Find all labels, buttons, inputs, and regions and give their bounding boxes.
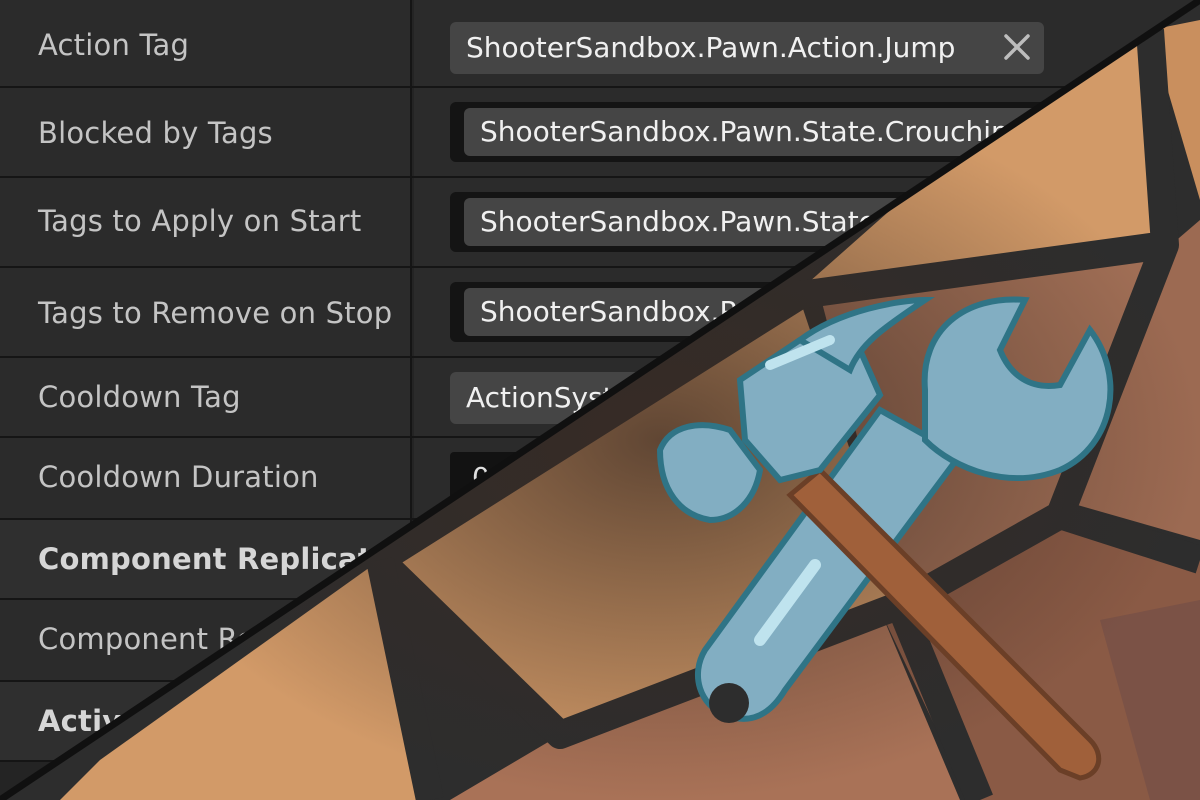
name-cell: Tags to Remove on Stop bbox=[0, 268, 412, 356]
name-cell: Cooldown Tag bbox=[0, 358, 412, 436]
apply-tag-chip[interactable]: ShooterSandbox.Pawn.State bbox=[464, 198, 1200, 246]
name-cell: Cooldown Duration bbox=[0, 438, 412, 518]
input-value: 0 bbox=[472, 461, 490, 494]
property-row-cooldown-tag: Cooldown Tag ActionSystem bbox=[0, 358, 1200, 438]
blocked-tag-chip[interactable]: ShooterSandbox.Pawn.State.Crouching bbox=[464, 108, 1200, 156]
property-label: Action Tag bbox=[38, 28, 190, 62]
name-cell: Blocked by Tags bbox=[0, 88, 412, 176]
property-label: Component Replicates bbox=[38, 622, 369, 656]
category-component-replication[interactable]: Component Replication bbox=[0, 520, 1200, 600]
close-icon[interactable] bbox=[1002, 32, 1032, 62]
property-row-cooldown-duration: Cooldown Duration 0 bbox=[0, 438, 1200, 520]
tag-container: ShooterSandbox.Pawn bbox=[450, 282, 1200, 342]
tag-text: ShooterSandbox.Pawn.State.Crouching bbox=[480, 115, 1027, 148]
name-cell: Action Tag bbox=[0, 0, 412, 86]
cooldown-duration-input[interactable]: 0 bbox=[450, 452, 1200, 504]
tag-container: ShooterSandbox.Pawn.State.Crouching bbox=[450, 102, 1200, 162]
tag-text: ShooterSandbox.Pawn bbox=[480, 295, 793, 328]
value-cell bbox=[414, 520, 1200, 598]
property-label: Tags to Apply on Start bbox=[38, 204, 362, 238]
category-activation[interactable]: Activation bbox=[0, 682, 1200, 762]
remove-tag-chip[interactable]: ShooterSandbox.Pawn bbox=[464, 288, 1200, 336]
property-label: Tags to Remove on Stop bbox=[38, 296, 393, 330]
name-cell: Component Replicates bbox=[0, 600, 412, 680]
property-label: Cooldown Tag bbox=[38, 380, 241, 414]
property-label: Cooldown Duration bbox=[38, 460, 319, 494]
category-label: Activation bbox=[38, 704, 207, 738]
tag-container: ShooterSandbox.Pawn.State bbox=[450, 192, 1200, 252]
details-panel: Action Tag ShooterSandbox.Pawn.Action.Ju… bbox=[0, 0, 1200, 800]
property-row-action-tag: Action Tag ShooterSandbox.Pawn.Action.Ju… bbox=[0, 0, 1200, 88]
property-label: Blocked by Tags bbox=[38, 116, 273, 150]
property-row-component-replicates: Component Replicates bbox=[0, 600, 1200, 682]
tag-text: ShooterSandbox.Pawn.State bbox=[480, 205, 876, 238]
category-label: Component Replication bbox=[38, 542, 423, 576]
tag-text: ShooterSandbox.Pawn.Action.Jump bbox=[466, 31, 956, 64]
value-cell bbox=[414, 600, 1200, 680]
tag-text: ActionSystem bbox=[466, 381, 659, 414]
value-cell bbox=[414, 682, 1200, 760]
property-row-tags-to-apply: Tags to Apply on Start ShooterSandbox.Pa… bbox=[0, 178, 1200, 268]
property-row-tags-to-remove: Tags to Remove on Stop ShooterSandbox.Pa… bbox=[0, 268, 1200, 358]
name-cell: Tags to Apply on Start bbox=[0, 178, 412, 266]
cooldown-tag-chip[interactable]: ActionSystem bbox=[450, 372, 1200, 424]
property-row-blocked-by-tags: Blocked by Tags ShooterSandbox.Pawn.Stat… bbox=[0, 88, 1200, 178]
action-tag-chip[interactable]: ShooterSandbox.Pawn.Action.Jump bbox=[450, 22, 1044, 74]
